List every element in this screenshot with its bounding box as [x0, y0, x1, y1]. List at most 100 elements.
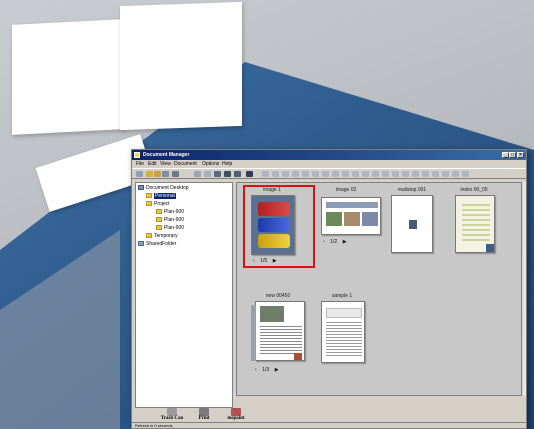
toolbar-tool-icon[interactable] [362, 171, 369, 177]
trash-can-icon [167, 408, 177, 416]
tree-item-document-desktop[interactable]: Document Desktop [138, 185, 189, 192]
toolbar-tool-icon[interactable] [352, 171, 359, 177]
menu-view[interactable]: View [160, 160, 171, 168]
toolbar-cut-icon[interactable] [246, 171, 253, 177]
folder-icon [146, 193, 152, 199]
toolbar-open-icon[interactable] [146, 171, 153, 177]
tree-item-shared-folder[interactable]: SharedFolder [138, 241, 176, 248]
tree-item-plan-900-b[interactable]: Plan-900 [156, 217, 184, 224]
status-text: Refresh in 0 seconds [135, 423, 173, 428]
thumbnail-image-02[interactable] [321, 197, 381, 235]
toolbar-tool-icon[interactable] [312, 171, 319, 177]
toolbar-new-icon[interactable] [136, 171, 143, 177]
tree-item-plan-900-a[interactable]: Plan-900 [156, 209, 184, 216]
printer-icon [199, 408, 209, 416]
toolbar-tool-icon[interactable] [322, 171, 329, 177]
tree-item-project[interactable]: Project [146, 201, 170, 208]
tree-item-temporary[interactable]: Temporary [146, 233, 178, 240]
minimize-button[interactable]: _ [502, 152, 509, 158]
toolbar-search-icon[interactable] [214, 171, 221, 177]
toolbar-view-icon[interactable] [224, 171, 231, 177]
app-icon [134, 152, 140, 158]
menu-file[interactable]: File [136, 160, 144, 168]
attachment-icon [294, 353, 302, 360]
thumbnail-label: index 00_05 [460, 187, 488, 193]
trash-can-button[interactable]: Trash Can [155, 408, 189, 421]
text-lines [326, 322, 362, 358]
image-block [326, 212, 342, 226]
window-title: Document Manager [143, 152, 190, 158]
image-block [260, 306, 284, 322]
folder-icon [156, 217, 162, 223]
thumbnail-pager[interactable]: ‹ 1/3 ▶ [255, 367, 315, 373]
form-lines [462, 204, 490, 244]
selected-thumbnail-highlight [243, 185, 315, 268]
mspaint-button[interactable]: mspaint [219, 408, 253, 421]
image-block [344, 212, 360, 226]
toolbar-tool-icon[interactable] [392, 171, 399, 177]
toolbar-tool-icon[interactable] [332, 171, 339, 177]
image-block [362, 212, 378, 226]
thumbnail-index[interactable] [455, 195, 495, 253]
shared-folder-icon [138, 241, 144, 247]
toolbar-tool-icon[interactable] [412, 171, 419, 177]
thumbnail-pager[interactable]: ‹ 1/2 ▶ [323, 239, 383, 245]
image-block [326, 202, 378, 208]
toolbar-tool-icon[interactable] [372, 171, 379, 177]
toolbar-tool-icon[interactable] [382, 171, 389, 177]
thumbnail-label: mailstop 001 [397, 187, 427, 193]
folder-icon [146, 233, 152, 239]
desktop-icon [138, 185, 144, 191]
menu-edit[interactable]: Edit [148, 160, 157, 168]
document-thumbnail-area: image 1 ‹ 1/5 ▶ image 02 ‹ 1/2 ▶ mailsto… [236, 182, 522, 396]
folder-icon [146, 201, 152, 207]
status-bar: Refresh in 0 seconds [132, 422, 526, 428]
toolbar [132, 168, 526, 179]
toolbar-folder-icon[interactable] [154, 171, 161, 177]
close-button[interactable]: × [517, 152, 524, 158]
table-block [326, 308, 362, 318]
menu-document[interactable]: Document [174, 160, 197, 168]
thumbnail-mailstop[interactable] [391, 195, 433, 253]
paint-icon [231, 408, 241, 416]
toolbar-tool-icon[interactable] [432, 171, 439, 177]
tree-item-personal[interactable]: Personal [146, 193, 176, 200]
folder-icon [156, 225, 162, 231]
toolbar-scan-icon[interactable] [162, 171, 169, 177]
tree-item-plan-900-c[interactable]: Plan-900 [156, 225, 184, 232]
toolbar-tool-icon[interactable] [262, 171, 269, 177]
thumbnail-sample-1[interactable] [321, 301, 365, 363]
toolbar-tool-icon[interactable] [272, 171, 279, 177]
decorative-paper-1 [12, 19, 124, 135]
folder-icon [156, 209, 162, 215]
toolbar-tool-icon[interactable] [282, 171, 289, 177]
attachment-icon [486, 244, 494, 252]
toolbar-copy-icon[interactable] [204, 171, 211, 177]
action-tray: Trash Can Print mspaint [135, 408, 522, 422]
toolbar-tool-icon[interactable] [452, 171, 459, 177]
menu-bar: File Edit View Document Options Help [132, 160, 526, 168]
thumbnail-new-00450[interactable] [251, 301, 305, 361]
text-lines [260, 326, 302, 354]
menu-options[interactable]: Options [202, 160, 219, 168]
toolbar-tool-icon[interactable] [292, 171, 299, 177]
toolbar-tool-icon[interactable] [462, 171, 469, 177]
title-bar[interactable]: Document Manager _ □ × [132, 150, 526, 160]
toolbar-grid-icon[interactable] [234, 171, 241, 177]
thumbnail-label: sample 1 [331, 293, 353, 299]
toolbar-print-icon[interactable] [172, 171, 179, 177]
toolbar-zoom-icon[interactable] [194, 171, 201, 177]
toolbar-tool-icon[interactable] [342, 171, 349, 177]
print-button[interactable]: Print [187, 408, 221, 421]
toolbar-tool-icon[interactable] [302, 171, 309, 177]
folder-tree: Document Desktop Personal Project Plan-9… [135, 182, 233, 408]
decorative-paper-2 [120, 1, 242, 131]
thumbnail-pager[interactable]: ‹ 1/5 ▶ [253, 258, 313, 264]
document-icon [409, 220, 417, 229]
menu-help[interactable]: Help [222, 160, 232, 168]
maximize-button[interactable]: □ [509, 152, 516, 158]
toolbar-tool-icon[interactable] [402, 171, 409, 177]
vertical-scrollbar[interactable] [523, 182, 526, 396]
toolbar-tool-icon[interactable] [422, 171, 429, 177]
toolbar-tool-icon[interactable] [442, 171, 449, 177]
